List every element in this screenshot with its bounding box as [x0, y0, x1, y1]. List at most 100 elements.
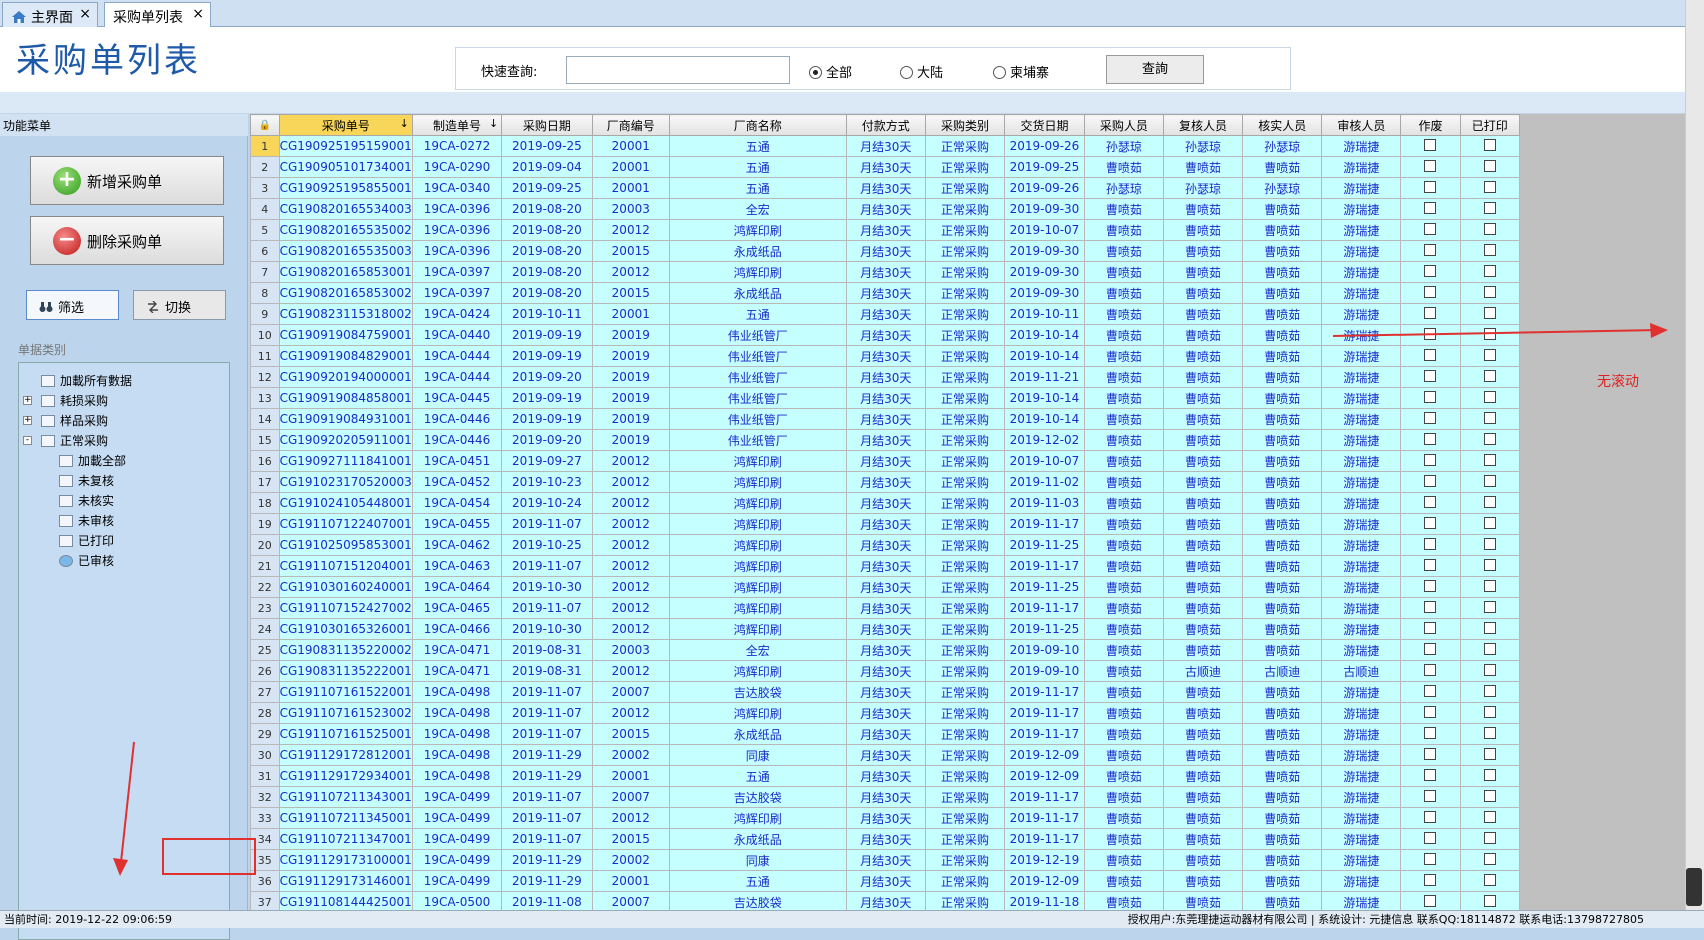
- column-header[interactable]: 复核人员: [1162, 114, 1244, 136]
- table-cell[interactable]: CG190919084759001: [278, 324, 413, 346]
- table-cell[interactable]: 正常采购: [924, 198, 1006, 220]
- row-number[interactable]: 25: [250, 639, 280, 661]
- table-row[interactable]: 24 CG191030165326001 19CA-0466 2019-10-30 20…: [250, 618, 1520, 640]
- void-checkbox[interactable]: [1400, 786, 1461, 808]
- table-cell[interactable]: 2019-08-20: [501, 198, 593, 220]
- checkbox-icon[interactable]: [1483, 348, 1496, 361]
- table-cell[interactable]: 2019-11-17: [1004, 786, 1085, 808]
- column-header[interactable]: 采购日期: [501, 114, 593, 136]
- table-cell[interactable]: 2019-09-30: [1004, 282, 1085, 304]
- void-checkbox[interactable]: [1400, 492, 1461, 514]
- void-checkbox[interactable]: [1400, 639, 1461, 661]
- table-cell[interactable]: 20012: [591, 219, 670, 241]
- table-cell[interactable]: 正常采购: [924, 555, 1006, 577]
- row-number[interactable]: 13: [250, 387, 280, 409]
- table-cell[interactable]: 鸿辉印刷: [668, 576, 847, 598]
- void-checkbox[interactable]: [1400, 828, 1461, 850]
- table-cell[interactable]: 曹喷茹: [1242, 492, 1323, 514]
- void-checkbox[interactable]: [1400, 219, 1461, 241]
- table-cell[interactable]: 曹喷茹: [1242, 639, 1323, 661]
- table-cell[interactable]: 2019-11-29: [501, 870, 593, 892]
- table-cell[interactable]: 曹喷茹: [1162, 324, 1244, 346]
- collapse-icon[interactable]: -: [23, 436, 32, 445]
- table-cell[interactable]: 游瑞捷: [1321, 870, 1402, 892]
- void-checkbox[interactable]: [1400, 513, 1461, 535]
- printed-checkbox[interactable]: [1459, 702, 1520, 724]
- checkbox-icon[interactable]: [1424, 873, 1437, 886]
- table-cell[interactable]: 2019-10-14: [1004, 387, 1085, 409]
- table-cell[interactable]: 2019-11-17: [1004, 681, 1085, 703]
- table-cell[interactable]: 正常采购: [924, 849, 1006, 871]
- row-number[interactable]: 29: [250, 723, 280, 745]
- table-cell[interactable]: 20012: [591, 555, 670, 577]
- row-number[interactable]: 32: [250, 786, 280, 808]
- row-number[interactable]: 4: [250, 198, 280, 220]
- table-cell[interactable]: 曹喷茹: [1242, 723, 1323, 745]
- table-cell[interactable]: 曹喷茹: [1162, 702, 1244, 724]
- table-cell[interactable]: 正常采购: [924, 786, 1006, 808]
- table-cell[interactable]: 2019-10-11: [501, 303, 593, 325]
- add-purchase-order-button[interactable]: + 新增采购单: [30, 156, 224, 205]
- table-cell[interactable]: CG191107161523002: [278, 702, 413, 724]
- table-cell[interactable]: 曹喷茹: [1242, 765, 1323, 787]
- table-cell[interactable]: 2019-09-30: [1004, 261, 1085, 283]
- table-cell[interactable]: 游瑞捷: [1321, 639, 1402, 661]
- table-cell[interactable]: 曹喷茹: [1162, 387, 1244, 409]
- table-cell[interactable]: 曹喷茹: [1083, 618, 1164, 640]
- printed-checkbox[interactable]: [1459, 324, 1520, 346]
- checkbox-icon[interactable]: [1424, 600, 1437, 613]
- table-cell[interactable]: 曹喷茹: [1242, 618, 1323, 640]
- void-checkbox[interactable]: [1400, 870, 1461, 892]
- table-cell[interactable]: 游瑞捷: [1321, 492, 1402, 514]
- checkbox-icon[interactable]: [1424, 852, 1437, 865]
- printed-checkbox[interactable]: [1459, 555, 1520, 577]
- printed-checkbox[interactable]: [1459, 387, 1520, 409]
- void-checkbox[interactable]: [1400, 429, 1461, 451]
- table-cell[interactable]: 鸿辉印刷: [668, 618, 847, 640]
- table-cell[interactable]: 游瑞捷: [1321, 198, 1402, 220]
- table-cell[interactable]: 游瑞捷: [1321, 534, 1402, 556]
- table-cell[interactable]: 月结30天: [845, 534, 926, 556]
- table-cell[interactable]: 20012: [591, 471, 670, 493]
- table-cell[interactable]: 伟业纸管厂: [668, 366, 847, 388]
- table-cell[interactable]: 伟业纸管厂: [668, 429, 847, 451]
- checkbox-icon[interactable]: [1483, 159, 1496, 172]
- table-cell[interactable]: 曹喷茹: [1242, 597, 1323, 619]
- row-number[interactable]: 14: [250, 408, 280, 430]
- table-cell[interactable]: 游瑞捷: [1321, 345, 1402, 367]
- table-cell[interactable]: 20015: [591, 240, 670, 262]
- table-cell[interactable]: 正常采购: [924, 702, 1006, 724]
- table-cell[interactable]: 正常采购: [924, 660, 1006, 682]
- table-cell[interactable]: 曹喷茹: [1083, 555, 1164, 577]
- table-cell[interactable]: 2019-09-20: [501, 429, 593, 451]
- checkbox-icon[interactable]: [1483, 264, 1496, 277]
- table-row[interactable]: 22 CG191030160240001 19CA-0464 2019-10-30 20…: [250, 576, 1520, 598]
- table-cell[interactable]: 正常采购: [924, 282, 1006, 304]
- table-cell[interactable]: 曹喷茹: [1083, 744, 1164, 766]
- table-cell[interactable]: 曹喷茹: [1162, 744, 1244, 766]
- table-cell[interactable]: 游瑞捷: [1321, 261, 1402, 283]
- table-row[interactable]: 7 CG190820165853001 19CA-0397 2019-08-20 200…: [250, 261, 1520, 283]
- table-cell[interactable]: 19CA-0396: [411, 219, 503, 241]
- printed-checkbox[interactable]: [1459, 345, 1520, 367]
- table-cell[interactable]: 20001: [591, 303, 670, 325]
- table-cell[interactable]: 正常采购: [924, 534, 1006, 556]
- table-cell[interactable]: 正常采购: [924, 303, 1006, 325]
- table-cell[interactable]: 曹喷茹: [1162, 870, 1244, 892]
- void-checkbox[interactable]: [1400, 450, 1461, 472]
- table-cell[interactable]: 月结30天: [845, 450, 926, 472]
- table-cell[interactable]: 曹喷茹: [1162, 849, 1244, 871]
- table-cell[interactable]: 2019-11-07: [501, 723, 593, 745]
- table-cell[interactable]: 20012: [591, 513, 670, 535]
- table-cell[interactable]: 2019-11-17: [1004, 702, 1085, 724]
- table-cell[interactable]: 月结30天: [845, 786, 926, 808]
- table-cell[interactable]: 鸿辉印刷: [668, 807, 847, 829]
- table-cell[interactable]: 2019-11-07: [501, 828, 593, 850]
- table-cell[interactable]: 五通: [668, 156, 847, 178]
- table-cell[interactable]: 全宏: [668, 639, 847, 661]
- table-cell[interactable]: 2019-09-10: [1004, 639, 1085, 661]
- table-cell[interactable]: 正常采购: [924, 471, 1006, 493]
- checkbox-icon[interactable]: [1483, 852, 1496, 865]
- table-cell[interactable]: 曹喷茹: [1083, 492, 1164, 514]
- table-cell[interactable]: 正常采购: [924, 513, 1006, 535]
